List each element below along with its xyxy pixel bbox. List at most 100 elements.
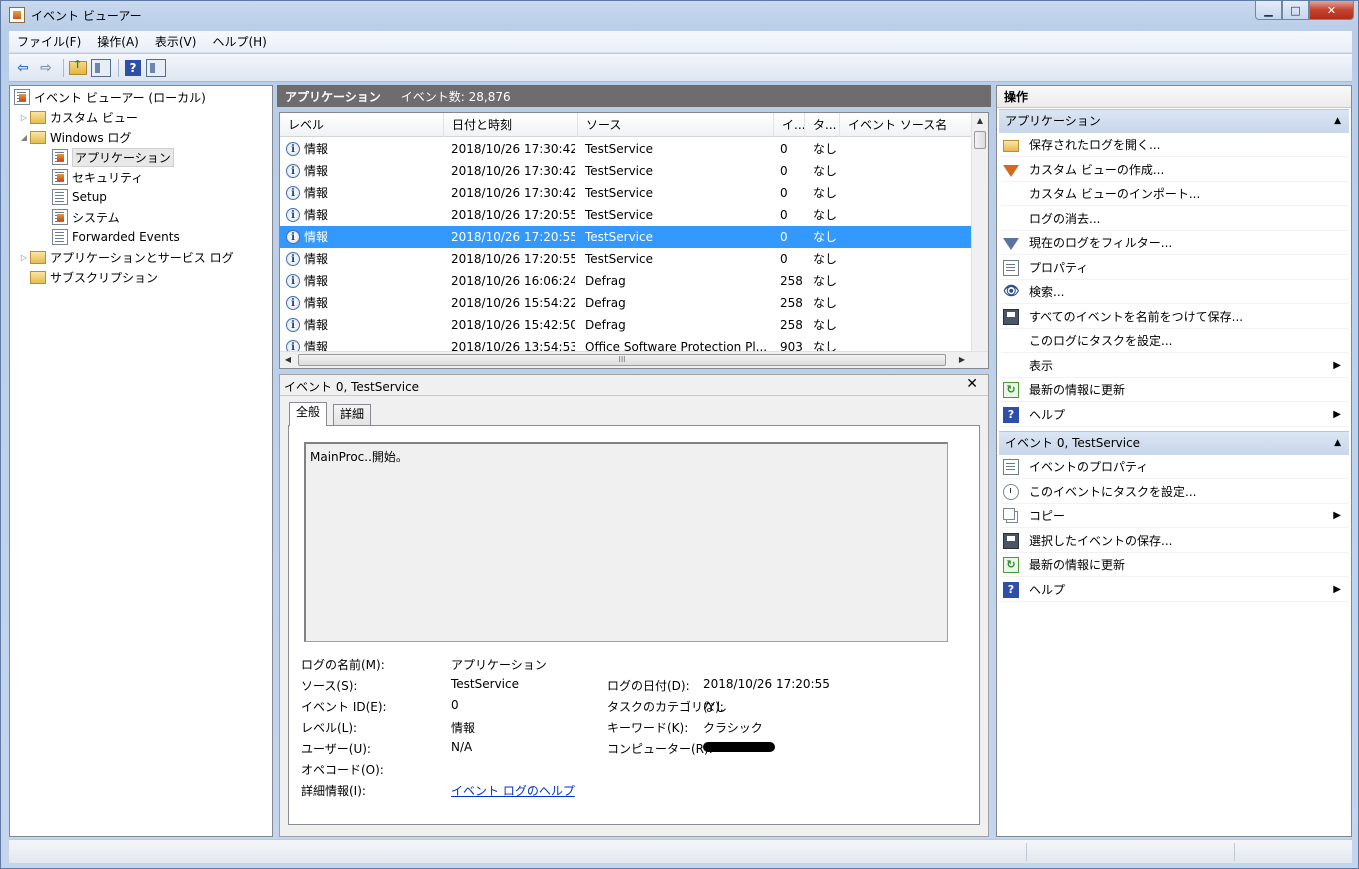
column-event-id[interactable]: イ... bbox=[774, 113, 805, 137]
back-arrow-icon[interactable]: ⇦ bbox=[13, 58, 33, 78]
action-item[interactable]: このイベントにタスクを設定... bbox=[1001, 480, 1349, 504]
action-item[interactable]: カスタム ビューの作成... bbox=[1001, 158, 1349, 182]
tab-general[interactable]: 全般 bbox=[289, 402, 328, 426]
table-row[interactable]: i 情報 2018/10/26 15:54:22 Defrag 258 なし bbox=[280, 292, 972, 314]
tree-label: Forwarded Events bbox=[72, 230, 180, 244]
tree-item-windows-logs[interactable]: ◢ Windows ログ bbox=[18, 127, 131, 147]
cell-datetime: 2018/10/26 17:30:42 bbox=[451, 186, 575, 200]
vertical-scrollbar[interactable]: ▲ bbox=[971, 113, 988, 351]
cell-source: TestService bbox=[585, 230, 653, 244]
cell-task: なし bbox=[813, 186, 838, 200]
event-list-header: レベル 日付と時刻 ソース イ... タ... イベント ソース名 bbox=[280, 113, 972, 137]
show-hide-action-pane-button[interactable] bbox=[146, 58, 166, 78]
action-item[interactable]: カスタム ビューのインポート... bbox=[1001, 182, 1349, 206]
tree-item-forwarded-events[interactable]: Forwarded Events bbox=[52, 227, 180, 247]
up-folder-button[interactable] bbox=[68, 58, 88, 78]
scroll-right-icon[interactable]: ▶ bbox=[954, 352, 970, 368]
minimize-button[interactable]: ▁ bbox=[1255, 1, 1282, 20]
refresh-icon: ↻ bbox=[1003, 557, 1019, 573]
action-item[interactable]: すべてのイベントを名前をつけて保存... bbox=[1001, 305, 1349, 329]
action-item[interactable]: ? ヘルプ ▶ bbox=[1001, 578, 1349, 602]
action-label: イベントのプロパティ bbox=[1029, 460, 1149, 474]
help-button[interactable]: ? bbox=[123, 58, 143, 78]
show-hide-tree-button[interactable] bbox=[91, 58, 111, 78]
collapse-caret-icon[interactable]: ▲ bbox=[1334, 110, 1341, 132]
menu-file[interactable]: ファイル(F) bbox=[9, 33, 89, 50]
table-row[interactable]: i 情報 2018/10/26 17:30:42 TestService 0 なし bbox=[280, 160, 972, 182]
action-item[interactable]: イベントのプロパティ bbox=[1001, 455, 1349, 479]
properties-icon bbox=[1003, 459, 1019, 475]
menu-help[interactable]: ヘルプ(H) bbox=[204, 33, 274, 50]
info-icon: i bbox=[286, 252, 300, 266]
task-category-value: なし bbox=[703, 700, 728, 714]
collapse-caret-icon[interactable]: ▲ bbox=[1334, 432, 1341, 454]
cell-source: Defrag bbox=[585, 296, 626, 310]
action-item[interactable]: プロパティ bbox=[1001, 256, 1349, 280]
table-row[interactable]: i 情報 2018/10/26 17:20:55 TestService 0 なし bbox=[280, 226, 972, 248]
action-item[interactable]: コピー ▶ bbox=[1001, 504, 1349, 528]
console-tree: イベント ビューアー (ローカル) ▷ カスタム ビュー ◢ Windows ロ… bbox=[9, 85, 273, 837]
window-controls: ▁ □ ✕ bbox=[1255, 1, 1354, 20]
column-level[interactable]: レベル bbox=[280, 113, 444, 137]
actions-section-application[interactable]: アプリケーション ▲ bbox=[999, 109, 1349, 133]
status-separator bbox=[1026, 843, 1027, 861]
close-button[interactable]: ✕ bbox=[1309, 1, 1354, 20]
tree-item-root[interactable]: イベント ビューアー (ローカル) bbox=[14, 87, 206, 107]
expand-icon[interactable]: ▷ bbox=[18, 113, 30, 122]
action-item[interactable]: 表示 ▶ bbox=[1001, 354, 1349, 378]
tree-label: サブスクリプション bbox=[50, 270, 159, 285]
menu-view[interactable]: 表示(V) bbox=[147, 33, 205, 50]
table-row[interactable]: i 情報 2018/10/26 15:42:50 Defrag 258 なし bbox=[280, 314, 972, 336]
column-source[interactable]: ソース bbox=[578, 113, 774, 137]
status-bar bbox=[9, 839, 1352, 863]
actions-section-event[interactable]: イベント 0, TestService ▲ bbox=[999, 431, 1349, 455]
action-item[interactable]: ログの消去... bbox=[1001, 207, 1349, 231]
event-id-value: 0 bbox=[451, 698, 459, 712]
forward-arrow-icon[interactable]: ⇨ bbox=[36, 58, 56, 78]
maximize-button[interactable]: □ bbox=[1282, 1, 1309, 20]
tree-item-system[interactable]: システム bbox=[52, 207, 120, 227]
table-row[interactable]: i 情報 2018/10/26 17:30:42 TestService 0 なし bbox=[280, 138, 972, 160]
event-log-help-link[interactable]: イベント ログのヘルプ bbox=[451, 782, 575, 799]
scroll-left-icon[interactable]: ◀ bbox=[280, 352, 296, 368]
action-item[interactable]: ↻ 最新の情報に更新 bbox=[1001, 553, 1349, 577]
menu-action[interactable]: 操作(A) bbox=[89, 33, 147, 50]
tree-item-subscriptions[interactable]: サブスクリプション bbox=[30, 267, 158, 287]
up-folder-icon bbox=[69, 58, 87, 75]
tree-item-app-service-logs[interactable]: ▷ アプリケーションとサービス ログ bbox=[18, 247, 234, 267]
action-item[interactable]: このログにタスクを設定... bbox=[1001, 329, 1349, 353]
event-description[interactable]: MainProc..開始。 bbox=[304, 442, 948, 642]
filter-icon bbox=[1003, 238, 1019, 250]
info-icon: i bbox=[286, 296, 300, 310]
action-item[interactable]: 選択したイベントの保存... bbox=[1001, 529, 1349, 553]
action-item[interactable]: 👁 検索... bbox=[1001, 280, 1349, 304]
action-item[interactable]: ? ヘルプ ▶ bbox=[1001, 403, 1349, 427]
scroll-thumb[interactable]: III bbox=[298, 354, 946, 366]
close-icon[interactable]: ✕ bbox=[966, 376, 978, 392]
action-item[interactable]: ↻ 最新の情報に更新 bbox=[1001, 378, 1349, 402]
action-item[interactable]: 現在のログをフィルター... bbox=[1001, 231, 1349, 255]
tab-details[interactable]: 詳細 bbox=[333, 404, 372, 425]
table-row[interactable]: i 情報 2018/10/26 17:30:42 TestService 0 なし bbox=[280, 182, 972, 204]
tree-label: アプリケーション bbox=[72, 147, 174, 167]
table-row[interactable]: i 情報 2018/10/26 16:06:24 Defrag 258 なし bbox=[280, 270, 972, 292]
expand-icon[interactable]: ▷ bbox=[18, 253, 30, 262]
column-event-source-name[interactable]: イベント ソース名 bbox=[840, 113, 972, 137]
column-task[interactable]: タ... bbox=[805, 113, 840, 137]
action-item[interactable]: 保存されたログを開く... bbox=[1001, 133, 1349, 157]
column-datetime[interactable]: 日付と時刻 bbox=[444, 113, 578, 137]
table-row[interactable]: i 情報 2018/10/26 17:20:55 TestService 0 なし bbox=[280, 248, 972, 270]
scroll-up-icon[interactable]: ▲ bbox=[972, 113, 988, 129]
scroll-thumb[interactable] bbox=[974, 131, 986, 149]
tree-item-setup[interactable]: Setup bbox=[52, 187, 107, 207]
tree-item-security[interactable]: セキュリティ bbox=[52, 167, 143, 187]
collapse-icon[interactable]: ◢ bbox=[18, 133, 30, 142]
tree-item-custom-views[interactable]: ▷ カスタム ビュー bbox=[18, 107, 138, 127]
cell-event-id: 0 bbox=[780, 230, 788, 244]
source-label: ソース(S): bbox=[301, 679, 358, 693]
tree-item-application[interactable]: アプリケーション bbox=[52, 147, 174, 167]
horizontal-scrollbar[interactable]: ◀ III ▶ bbox=[280, 351, 988, 368]
table-row[interactable]: i 情報 2018/10/26 17:20:55 TestService 0 なし bbox=[280, 204, 972, 226]
submenu-arrow-icon: ▶ bbox=[1333, 510, 1341, 521]
tree-label: Windows ログ bbox=[50, 130, 132, 145]
